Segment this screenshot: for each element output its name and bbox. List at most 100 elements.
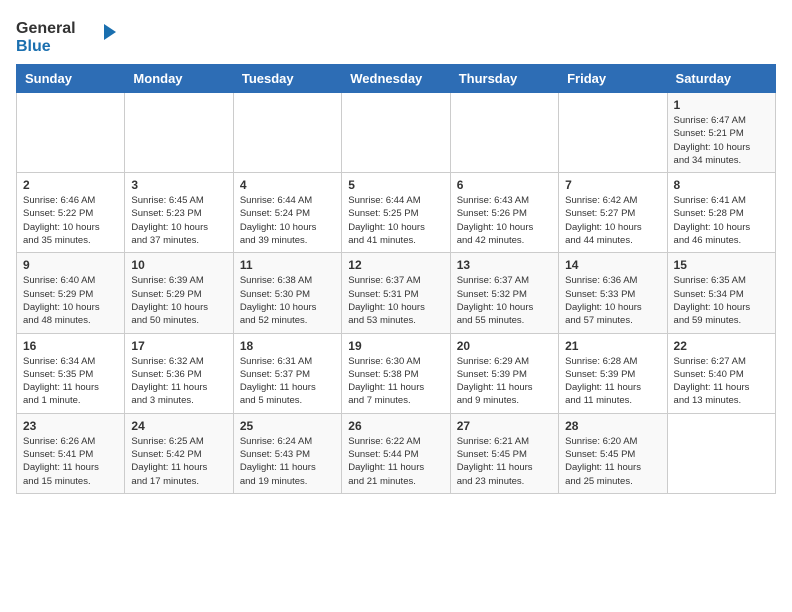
day-info: Sunrise: 6:37 AM Sunset: 5:31 PM Dayligh… bbox=[348, 274, 443, 327]
calendar-table: SundayMondayTuesdayWednesdayThursdayFrid… bbox=[16, 64, 776, 494]
day-info: Sunrise: 6:24 AM Sunset: 5:43 PM Dayligh… bbox=[240, 435, 335, 488]
day-number: 27 bbox=[457, 419, 552, 433]
column-header-thursday: Thursday bbox=[450, 65, 558, 93]
day-number: 13 bbox=[457, 258, 552, 272]
day-info: Sunrise: 6:39 AM Sunset: 5:29 PM Dayligh… bbox=[131, 274, 226, 327]
day-number: 18 bbox=[240, 339, 335, 353]
calendar-cell: 15 Sunrise: 6:35 AM Sunset: 5:34 PM Dayli… bbox=[667, 253, 775, 333]
calendar-cell: 10 Sunrise: 6:39 AM Sunset: 5:29 PM Dayli… bbox=[125, 253, 233, 333]
day-number: 15 bbox=[674, 258, 769, 272]
calendar-cell: 28 Sunrise: 6:20 AM Sunset: 5:45 PM Dayli… bbox=[559, 413, 667, 493]
day-number: 10 bbox=[131, 258, 226, 272]
day-info: Sunrise: 6:47 AM Sunset: 5:21 PM Dayligh… bbox=[674, 114, 769, 167]
calendar-cell: 21 Sunrise: 6:28 AM Sunset: 5:39 PM Dayli… bbox=[559, 333, 667, 413]
svg-text:Blue: Blue bbox=[16, 38, 51, 55]
week-row-5: 23Sunrise: 6:26 AM Sunset: 5:41 PM Dayli… bbox=[17, 413, 776, 493]
calendar-body: 1 Sunrise: 6:47 AM Sunset: 5:21 PM Daylig… bbox=[17, 93, 776, 494]
column-header-friday: Friday bbox=[559, 65, 667, 93]
calendar-cell: 8 Sunrise: 6:41 AM Sunset: 5:28 PM Daylig… bbox=[667, 173, 775, 253]
day-info: Sunrise: 6:40 AM Sunset: 5:29 PM Dayligh… bbox=[23, 274, 118, 327]
calendar-cell: 18Sunrise: 6:31 AM Sunset: 5:37 PM Dayli… bbox=[233, 333, 341, 413]
day-number: 19 bbox=[348, 339, 443, 353]
calendar-cell: 9 Sunrise: 6:40 AM Sunset: 5:29 PM Daylig… bbox=[17, 253, 125, 333]
day-info: Sunrise: 6:28 AM Sunset: 5:39 PM Dayligh… bbox=[565, 355, 660, 408]
column-header-sunday: Sunday bbox=[17, 65, 125, 93]
calendar-cell: 12Sunrise: 6:37 AM Sunset: 5:31 PM Dayli… bbox=[342, 253, 450, 333]
header-row: SundayMondayTuesdayWednesdayThursdayFrid… bbox=[17, 65, 776, 93]
day-number: 1 bbox=[674, 98, 769, 112]
calendar-header: SundayMondayTuesdayWednesdayThursdayFrid… bbox=[17, 65, 776, 93]
week-row-3: 9 Sunrise: 6:40 AM Sunset: 5:29 PM Daylig… bbox=[17, 253, 776, 333]
calendar-cell: 23Sunrise: 6:26 AM Sunset: 5:41 PM Dayli… bbox=[17, 413, 125, 493]
calendar-cell: 26 Sunrise: 6:22 AM Sunset: 5:44 PM Dayli… bbox=[342, 413, 450, 493]
calendar-cell bbox=[342, 93, 450, 173]
day-number: 26 bbox=[348, 419, 443, 433]
day-info: Sunrise: 6:30 AM Sunset: 5:38 PM Dayligh… bbox=[348, 355, 443, 408]
calendar-cell bbox=[450, 93, 558, 173]
day-info: Sunrise: 6:38 AM Sunset: 5:30 PM Dayligh… bbox=[240, 274, 335, 327]
day-number: 3 bbox=[131, 178, 226, 192]
day-number: 4 bbox=[240, 178, 335, 192]
day-info: Sunrise: 6:36 AM Sunset: 5:33 PM Dayligh… bbox=[565, 274, 660, 327]
day-info: Sunrise: 6:43 AM Sunset: 5:26 PM Dayligh… bbox=[457, 194, 552, 247]
day-number: 7 bbox=[565, 178, 660, 192]
calendar-cell bbox=[559, 93, 667, 173]
day-number: 28 bbox=[565, 419, 660, 433]
day-number: 14 bbox=[565, 258, 660, 272]
calendar-cell: 1 Sunrise: 6:47 AM Sunset: 5:21 PM Daylig… bbox=[667, 93, 775, 173]
calendar-cell: 19 Sunrise: 6:30 AM Sunset: 5:38 PM Dayli… bbox=[342, 333, 450, 413]
day-number: 5 bbox=[348, 178, 443, 192]
calendar-cell: 27 Sunrise: 6:21 AM Sunset: 5:45 PM Dayli… bbox=[450, 413, 558, 493]
calendar-cell bbox=[233, 93, 341, 173]
day-number: 6 bbox=[457, 178, 552, 192]
day-info: Sunrise: 6:35 AM Sunset: 5:34 PM Dayligh… bbox=[674, 274, 769, 327]
calendar-cell: 7Sunrise: 6:42 AM Sunset: 5:27 PM Daylig… bbox=[559, 173, 667, 253]
calendar-cell: 25Sunrise: 6:24 AM Sunset: 5:43 PM Dayli… bbox=[233, 413, 341, 493]
day-info: Sunrise: 6:37 AM Sunset: 5:32 PM Dayligh… bbox=[457, 274, 552, 327]
day-info: Sunrise: 6:21 AM Sunset: 5:45 PM Dayligh… bbox=[457, 435, 552, 488]
day-number: 22 bbox=[674, 339, 769, 353]
day-info: Sunrise: 6:41 AM Sunset: 5:28 PM Dayligh… bbox=[674, 194, 769, 247]
day-number: 20 bbox=[457, 339, 552, 353]
column-header-saturday: Saturday bbox=[667, 65, 775, 93]
day-info: Sunrise: 6:27 AM Sunset: 5:40 PM Dayligh… bbox=[674, 355, 769, 408]
calendar-cell: 2 Sunrise: 6:46 AM Sunset: 5:22 PM Daylig… bbox=[17, 173, 125, 253]
day-number: 9 bbox=[23, 258, 118, 272]
logo: GeneralBlue bbox=[16, 16, 136, 56]
day-info: Sunrise: 6:29 AM Sunset: 5:39 PM Dayligh… bbox=[457, 355, 552, 408]
day-number: 8 bbox=[674, 178, 769, 192]
day-info: Sunrise: 6:44 AM Sunset: 5:25 PM Dayligh… bbox=[348, 194, 443, 247]
day-number: 16 bbox=[23, 339, 118, 353]
day-info: Sunrise: 6:32 AM Sunset: 5:36 PM Dayligh… bbox=[131, 355, 226, 408]
column-header-monday: Monday bbox=[125, 65, 233, 93]
day-info: Sunrise: 6:44 AM Sunset: 5:24 PM Dayligh… bbox=[240, 194, 335, 247]
logo-svg: GeneralBlue bbox=[16, 16, 136, 56]
calendar-cell: 22 Sunrise: 6:27 AM Sunset: 5:40 PM Dayli… bbox=[667, 333, 775, 413]
day-info: Sunrise: 6:20 AM Sunset: 5:45 PM Dayligh… bbox=[565, 435, 660, 488]
calendar-cell: 20 Sunrise: 6:29 AM Sunset: 5:39 PM Dayli… bbox=[450, 333, 558, 413]
calendar-cell: 13 Sunrise: 6:37 AM Sunset: 5:32 PM Dayli… bbox=[450, 253, 558, 333]
page-header: GeneralBlue bbox=[16, 16, 776, 56]
calendar-cell: 24Sunrise: 6:25 AM Sunset: 5:42 PM Dayli… bbox=[125, 413, 233, 493]
day-number: 2 bbox=[23, 178, 118, 192]
day-number: 17 bbox=[131, 339, 226, 353]
day-info: Sunrise: 6:22 AM Sunset: 5:44 PM Dayligh… bbox=[348, 435, 443, 488]
day-info: Sunrise: 6:45 AM Sunset: 5:23 PM Dayligh… bbox=[131, 194, 226, 247]
day-info: Sunrise: 6:46 AM Sunset: 5:22 PM Dayligh… bbox=[23, 194, 118, 247]
day-number: 21 bbox=[565, 339, 660, 353]
calendar-cell: 14 Sunrise: 6:36 AM Sunset: 5:33 PM Dayli… bbox=[559, 253, 667, 333]
week-row-4: 16 Sunrise: 6:34 AM Sunset: 5:35 PM Dayli… bbox=[17, 333, 776, 413]
logo-text: GeneralBlue bbox=[16, 16, 136, 56]
calendar-cell: 3 Sunrise: 6:45 AM Sunset: 5:23 PM Daylig… bbox=[125, 173, 233, 253]
calendar-cell: 4 Sunrise: 6:44 AM Sunset: 5:24 PM Daylig… bbox=[233, 173, 341, 253]
day-number: 24 bbox=[131, 419, 226, 433]
calendar-cell: 6 Sunrise: 6:43 AM Sunset: 5:26 PM Daylig… bbox=[450, 173, 558, 253]
week-row-1: 1 Sunrise: 6:47 AM Sunset: 5:21 PM Daylig… bbox=[17, 93, 776, 173]
column-header-wednesday: Wednesday bbox=[342, 65, 450, 93]
day-info: Sunrise: 6:34 AM Sunset: 5:35 PM Dayligh… bbox=[23, 355, 118, 408]
calendar-cell: 16 Sunrise: 6:34 AM Sunset: 5:35 PM Dayli… bbox=[17, 333, 125, 413]
calendar-cell: 17 Sunrise: 6:32 AM Sunset: 5:36 PM Dayli… bbox=[125, 333, 233, 413]
calendar-cell bbox=[17, 93, 125, 173]
day-number: 23 bbox=[23, 419, 118, 433]
calendar-cell bbox=[667, 413, 775, 493]
